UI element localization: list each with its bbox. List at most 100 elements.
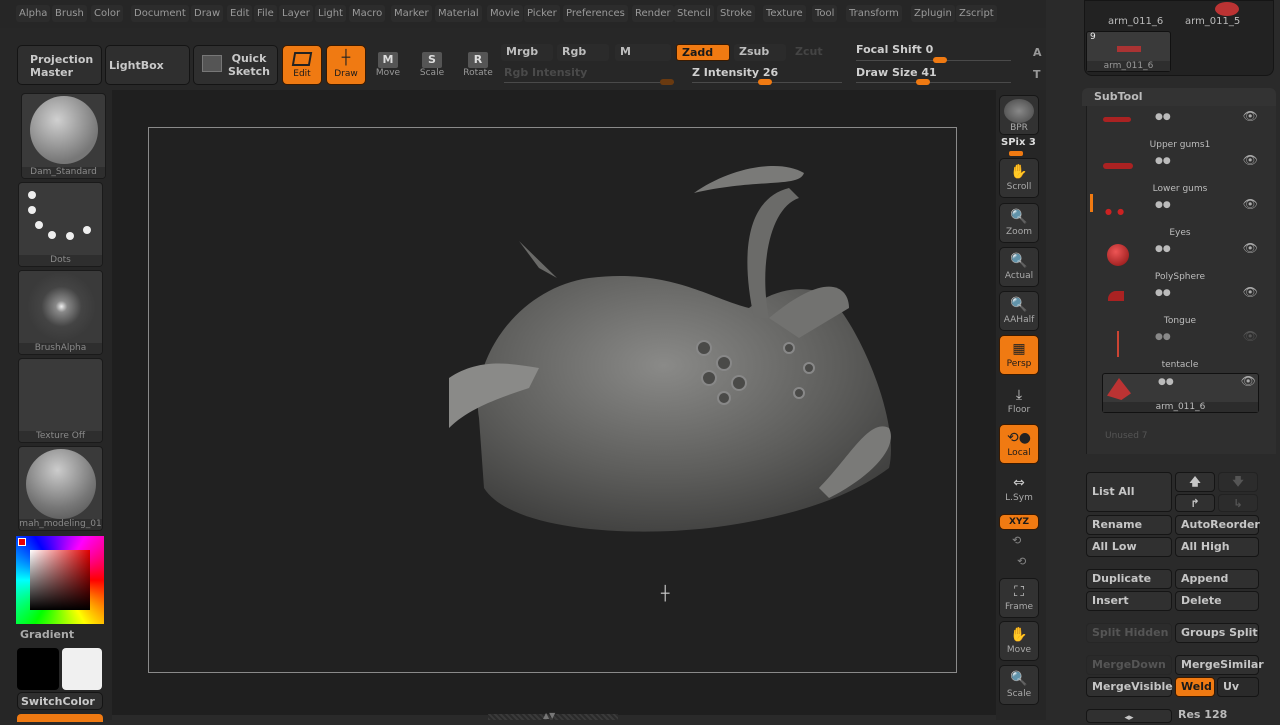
local-button[interactable]: ⟲● Local — [999, 424, 1039, 464]
alternate-button[interactable] — [17, 714, 103, 722]
menu-draw[interactable]: Draw — [191, 5, 224, 22]
menu-movie[interactable]: Movie — [487, 5, 523, 22]
menu-material[interactable]: Material — [435, 5, 482, 22]
sculpt-model[interactable] — [149, 128, 958, 674]
merge-down-button[interactable]: MergeDown — [1086, 655, 1172, 675]
delete-button[interactable]: Delete — [1175, 591, 1259, 611]
tool-thumb-3[interactable]: 9 arm_011_6 — [1086, 31, 1171, 72]
move-up-button[interactable]: 🡅 — [1175, 472, 1215, 492]
menu-color[interactable]: Color — [91, 5, 124, 22]
subtool-row-selected[interactable]: ●● 👁 arm_011_6 — [1102, 373, 1259, 413]
menu-zscript[interactable]: Zscript — [956, 5, 997, 22]
eye-icon[interactable]: 👁 — [1243, 285, 1258, 299]
stroke-selector[interactable]: Dots — [18, 182, 103, 267]
mrgb-button[interactable]: Mrgb — [501, 44, 553, 61]
focal-shift-knob[interactable] — [933, 57, 947, 63]
scale-mode-button[interactable]: S Scale — [412, 48, 452, 88]
menu-file[interactable]: File — [254, 5, 277, 22]
move-mode-button[interactable]: M Move — [368, 48, 408, 88]
uv-toggle[interactable]: Uv — [1217, 677, 1259, 697]
subtool-row[interactable]: ●● 👁 Upper gums1 — [1100, 109, 1260, 153]
subtool-toggle-dots[interactable]: ●● — [1155, 244, 1255, 254]
gradient-label[interactable]: Gradient — [20, 628, 74, 641]
append-button[interactable]: Append — [1175, 569, 1259, 589]
merge-similar-button[interactable]: MergeSimilar — [1175, 655, 1264, 675]
subtool-row[interactable]: ●● 👁 Lower gums — [1100, 153, 1260, 197]
menu-transform[interactable]: Transform — [846, 5, 902, 22]
quick-sketch-button[interactable]: Quick Sketch — [193, 45, 278, 85]
insert-button[interactable]: Insert — [1086, 591, 1172, 611]
tool-thumb-2[interactable]: arm_011_5 — [1181, 0, 1271, 28]
subtool-row[interactable]: ● ● ●● 👁 Eyes — [1100, 197, 1260, 241]
subtool-toggle-dots[interactable]: ●● — [1155, 156, 1255, 166]
menu-stroke[interactable]: Stroke — [717, 5, 755, 22]
split-hidden-button[interactable]: Split Hidden — [1086, 623, 1172, 643]
spix-slider[interactable] — [1009, 151, 1023, 156]
eye-icon[interactable]: 👁 — [1243, 197, 1258, 211]
tray-toggle-icon[interactable]: ▲▼ — [543, 711, 555, 720]
rgb-intensity-knob[interactable] — [660, 79, 674, 85]
lightbox-button[interactable]: LightBox — [105, 45, 190, 85]
z-rotate-icon[interactable]: ⟲ — [1017, 555, 1026, 568]
menu-stencil[interactable]: Stencil — [674, 5, 714, 22]
menu-preferences[interactable]: Preferences — [563, 5, 628, 22]
bpr-button[interactable]: BPR — [999, 95, 1039, 135]
eye-icon[interactable]: 👁 — [1241, 374, 1256, 388]
floor-button[interactable]: ⤓ Floor — [999, 382, 1039, 422]
zadd-button[interactable]: Zadd — [676, 44, 730, 61]
rgb-intensity-slider[interactable] — [504, 82, 674, 83]
eye-icon[interactable]: 👁 — [1243, 329, 1258, 343]
menu-render[interactable]: Render — [632, 5, 674, 22]
menu-brush[interactable]: Brush — [52, 5, 87, 22]
subtool-scrollbar[interactable] — [1090, 194, 1093, 212]
subtool-header[interactable]: SubTool — [1082, 88, 1276, 106]
subtool-toggle-dots[interactable]: ●● — [1155, 288, 1255, 298]
merge-visible-button[interactable]: MergeVisible — [1086, 677, 1173, 697]
eye-icon[interactable]: 👁 — [1243, 109, 1258, 123]
zcut-button[interactable]: Zcut — [790, 44, 830, 61]
menu-light[interactable]: Light — [315, 5, 346, 22]
secondary-color-swatch[interactable] — [62, 648, 102, 690]
scroll-button[interactable]: ✋ Scroll — [999, 158, 1039, 198]
draw-size-slider[interactable] — [856, 82, 1011, 83]
draw-mode-button[interactable]: ┼ Draw — [326, 45, 366, 85]
rename-button[interactable]: Rename — [1086, 515, 1172, 535]
alpha-selector[interactable]: BrushAlpha — [18, 270, 103, 355]
t-toggle[interactable]: T — [1033, 68, 1041, 81]
groups-split-button[interactable]: Groups Split — [1175, 623, 1259, 643]
edit-mode-button[interactable]: Edit — [282, 45, 322, 85]
z-intensity-knob[interactable] — [758, 79, 772, 85]
subtool-row[interactable]: ●● 👁 PolySphere — [1100, 241, 1260, 285]
rotate-mode-button[interactable]: R Rotate — [458, 48, 498, 88]
brush-selector[interactable]: Dam_Standard — [21, 93, 106, 179]
menu-document[interactable]: Document — [131, 5, 189, 22]
menu-tool[interactable]: Tool — [812, 5, 838, 22]
menu-macro[interactable]: Macro — [349, 5, 386, 22]
primary-color-swatch[interactable] — [17, 648, 59, 690]
autoreorder-button[interactable]: AutoReorder — [1175, 515, 1260, 535]
xyz-rotate-button[interactable]: XYZ — [999, 514, 1039, 530]
material-selector[interactable]: mah_modeling_01 — [18, 446, 103, 531]
texture-selector[interactable]: Texture Off — [18, 358, 103, 443]
zoom-button[interactable]: 🔍 Zoom — [999, 203, 1039, 243]
draw-size-knob[interactable] — [916, 79, 930, 85]
color-saturation-square[interactable] — [30, 550, 90, 610]
projection-master-button[interactable]: Projection Master — [17, 45, 102, 85]
color-picker[interactable] — [16, 536, 104, 624]
menu-picker[interactable]: Picker — [524, 5, 560, 22]
subtool-toggle-dots[interactable]: ●● — [1155, 200, 1255, 210]
m-button[interactable]: M — [615, 44, 671, 61]
menu-zplugin[interactable]: Zplugin — [911, 5, 955, 22]
persp-button[interactable]: ▦ Persp — [999, 335, 1039, 375]
actual-button[interactable]: 🔍 Actual — [999, 247, 1039, 287]
canvas[interactable]: ┼ — [148, 127, 957, 673]
subtool-toggle-dots[interactable]: ●● — [1155, 112, 1255, 122]
subtool-row[interactable]: ●● 👁 tentacle — [1100, 329, 1260, 373]
eye-icon[interactable]: 👁 — [1243, 241, 1258, 255]
all-high-button[interactable]: All High — [1175, 537, 1259, 557]
zsub-button[interactable]: Zsub — [734, 44, 786, 61]
eye-icon[interactable]: 👁 — [1243, 153, 1258, 167]
switch-color-button[interactable]: SwitchColor — [17, 692, 103, 710]
menu-edit[interactable]: Edit — [227, 5, 253, 22]
subtool-toggle-dots[interactable]: ●● — [1155, 332, 1255, 342]
